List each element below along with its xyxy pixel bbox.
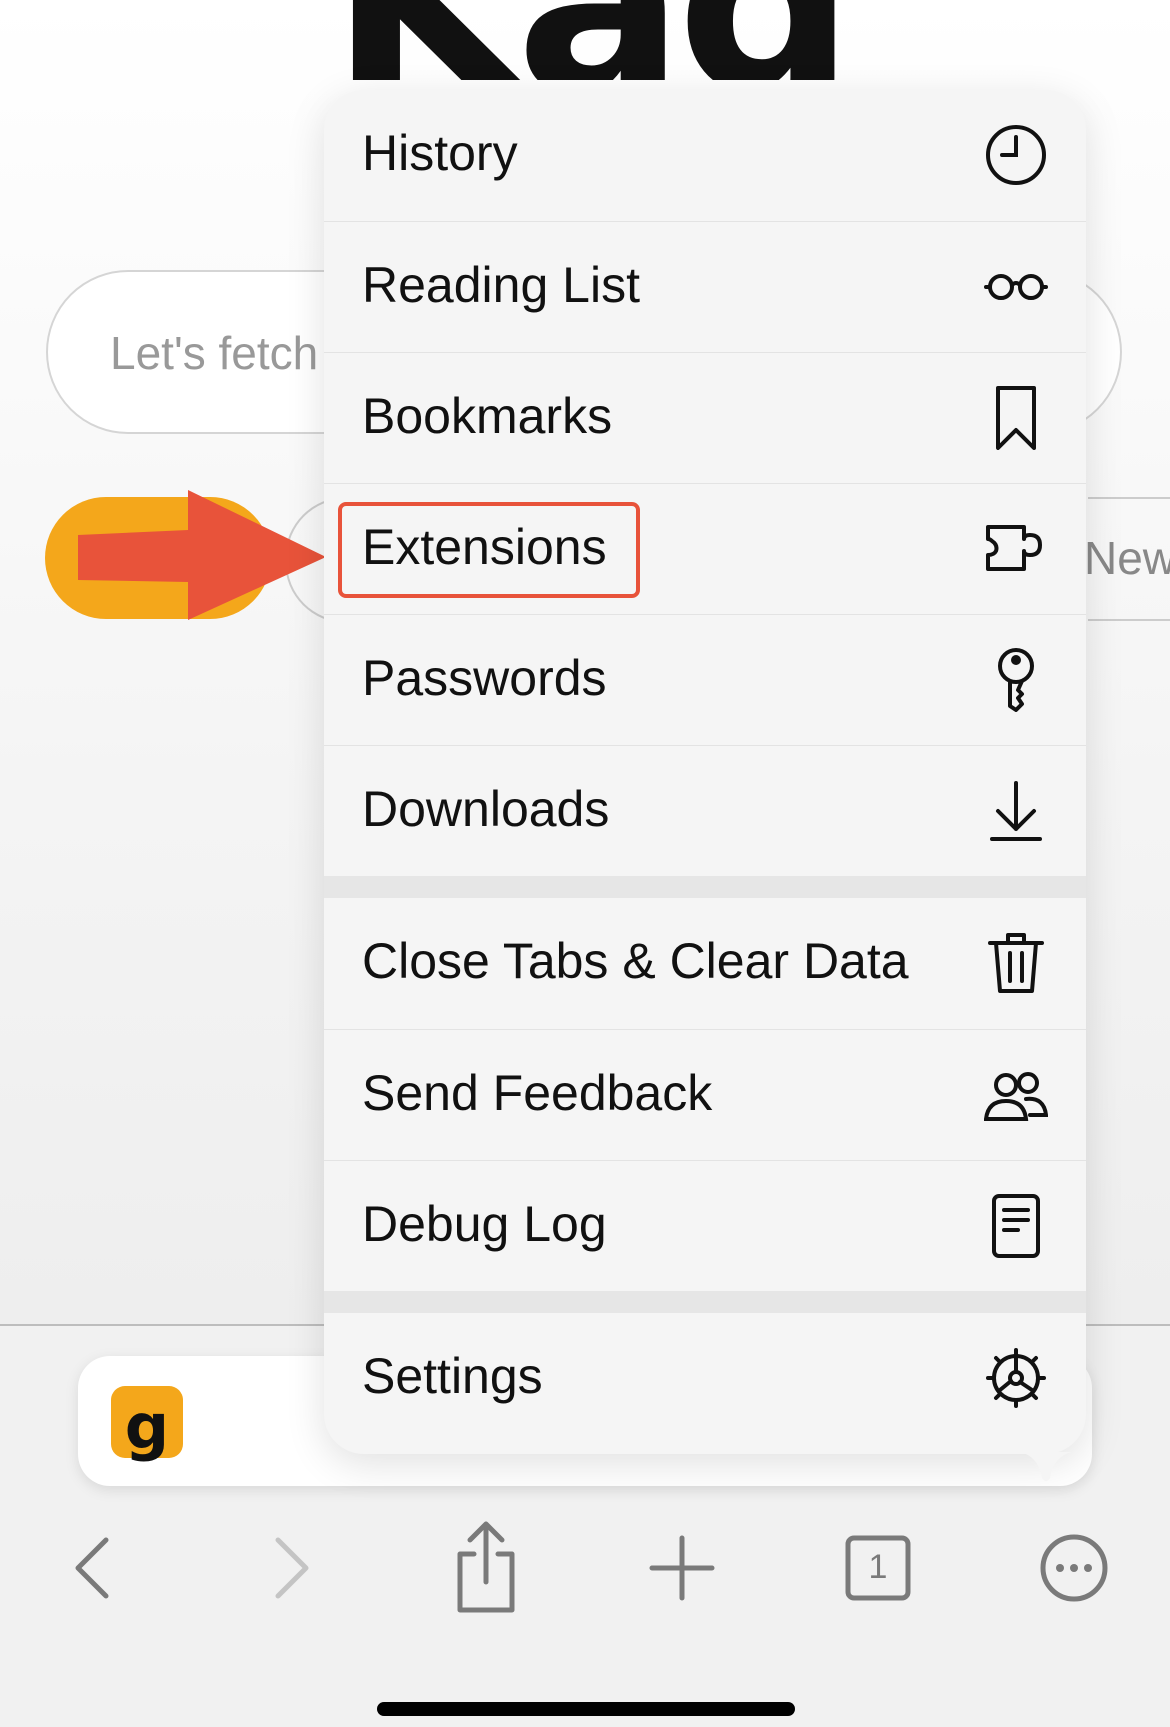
menu-separator — [324, 1291, 1086, 1313]
menu-item-downloads[interactable]: Downloads — [324, 745, 1086, 876]
menu-item-close-tabs-clear-data[interactable]: Close Tabs & Clear Data — [324, 898, 1086, 1029]
menu-item-label: Extensions — [362, 519, 607, 575]
bottom-toolbar: 1 — [0, 1500, 1170, 1640]
glasses-icon — [984, 274, 1048, 300]
download-icon — [990, 781, 1042, 841]
menu-pointer — [1020, 1452, 1072, 1481]
tab-count: 1 — [868, 1548, 888, 1586]
menu-item-label: History — [362, 125, 518, 181]
people-icon — [984, 1072, 1048, 1121]
menu-item-label: Bookmarks — [362, 388, 613, 444]
menu-item-label: Downloads — [362, 781, 610, 837]
bookmark-icon — [996, 386, 1036, 450]
menu-item-debug-log[interactable]: Debug Log — [324, 1160, 1086, 1291]
annotation-arrow — [78, 490, 326, 620]
logo-text: Kagi — [330, 0, 850, 80]
kagi-logo: Kagi — [330, 0, 850, 80]
menu-item-history[interactable]: History — [324, 90, 1086, 221]
menu-separator — [324, 876, 1086, 898]
menu-item-label: Debug Log — [362, 1196, 607, 1252]
menu-item-extensions[interactable]: Extensions — [324, 483, 1086, 614]
gear-icon — [986, 1348, 1046, 1408]
menu-item-label: Close Tabs & Clear Data — [362, 933, 909, 989]
menu-item-bookmarks[interactable]: Bookmarks — [324, 352, 1086, 483]
lens-chip-new[interactable]: New — [1084, 497, 1170, 621]
menu-item-reading-list[interactable]: Reading List — [324, 221, 1086, 352]
menu-item-label: Send Feedback — [362, 1065, 713, 1121]
chevron-left-icon[interactable] — [46, 1520, 142, 1616]
key-icon — [998, 648, 1034, 712]
menu-item-passwords[interactable]: Passwords — [324, 614, 1086, 745]
menu-item-settings[interactable]: Settings — [324, 1313, 1086, 1444]
menu-item-label: Passwords — [362, 650, 607, 706]
home-indicator — [377, 1702, 795, 1716]
plus-icon[interactable] — [634, 1520, 730, 1616]
clock-icon — [986, 125, 1046, 185]
tabs-button[interactable]: 1 — [830, 1520, 926, 1616]
chip-new-label: New — [1084, 532, 1170, 584]
menu-item-send-feedback[interactable]: Send Feedback — [324, 1029, 1086, 1160]
menu-item-label: Reading List — [362, 257, 640, 313]
more-menu: History Reading List Bookmarks Extension… — [324, 90, 1086, 1454]
site-favicon: g — [111, 1386, 183, 1463]
more-icon[interactable] — [1026, 1520, 1122, 1616]
document-icon — [992, 1194, 1040, 1258]
favicon-letter: g — [124, 1390, 170, 1463]
share-icon[interactable] — [438, 1520, 534, 1616]
chevron-right-icon[interactable] — [242, 1520, 338, 1616]
trash-icon — [988, 933, 1044, 993]
menu-item-label: Settings — [362, 1348, 543, 1404]
puzzle-icon — [986, 525, 1042, 571]
